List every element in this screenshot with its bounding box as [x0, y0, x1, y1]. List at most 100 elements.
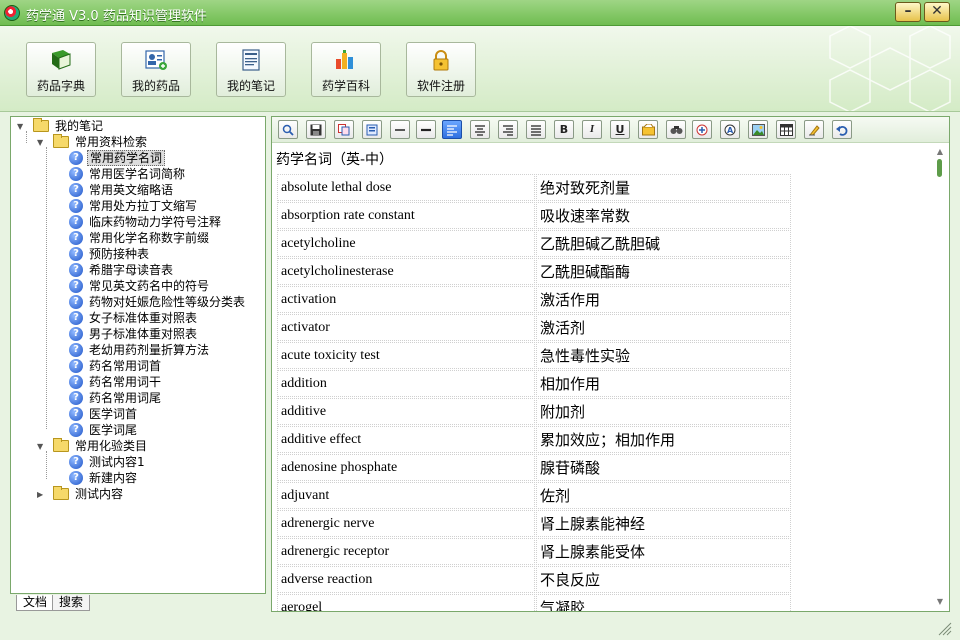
table-row: additive 附加剂	[277, 398, 791, 425]
english-term-cell[interactable]: activation	[277, 286, 535, 313]
tree-label: 老幼用药剂量折算方法	[89, 343, 210, 357]
align-center-icon[interactable]	[470, 120, 490, 139]
zoom-icon[interactable]	[278, 120, 298, 139]
insert-note-icon[interactable]	[638, 120, 658, 139]
clear-format-icon[interactable]	[804, 120, 824, 139]
english-term-cell[interactable]: addition	[277, 370, 535, 397]
id-card-icon	[145, 50, 167, 70]
tree-label: 药名常用词首	[89, 359, 162, 373]
scroll-thumb[interactable]	[937, 159, 942, 177]
underline-button[interactable]: U	[610, 120, 630, 139]
chinese-term-cell[interactable]: 肾上腺素能受体	[536, 538, 791, 565]
english-term-cell[interactable]: adenosine phosphate	[277, 454, 535, 481]
chinese-term-cell[interactable]: 肾上腺素能神经	[536, 510, 791, 537]
chinese-term-cell[interactable]: 吸收速率常数	[536, 202, 791, 229]
english-term-cell[interactable]: adjuvant	[277, 482, 535, 509]
chinese-term-cell[interactable]: 相加作用	[536, 370, 791, 397]
status-bar	[0, 614, 960, 640]
english-term-cell[interactable]: acetylcholine	[277, 230, 535, 257]
lock-icon	[433, 50, 449, 71]
spellcheck-icon[interactable]: A	[720, 120, 740, 139]
chinese-term-cell[interactable]: 乙酰胆碱酯酶	[536, 258, 791, 285]
horizontal-rule-icon[interactable]	[390, 120, 410, 139]
help-document-icon: ?	[69, 343, 83, 357]
align-right-icon[interactable]	[498, 120, 518, 139]
tree-label: 男子标准体重对照表	[89, 327, 198, 341]
table-row: aerogel 气凝胶	[277, 594, 791, 611]
vertical-scrollbar[interactable]: ▲ ▼	[933, 145, 947, 611]
insert-table-icon[interactable]	[776, 120, 796, 139]
tree-label: 医学词尾	[89, 423, 138, 437]
software-register-button[interactable]: 软件注册	[406, 42, 476, 97]
english-term-cell[interactable]: acetylcholinesterase	[277, 258, 535, 285]
close-button[interactable]: ✕	[924, 2, 950, 22]
collapse-toggle-icon[interactable]: ▼	[37, 138, 46, 147]
chinese-term-cell[interactable]: 乙酰胆碱乙酰胆碱	[536, 230, 791, 257]
book-icon	[52, 50, 71, 70]
window-title: 药学通 V3.0 药品知识管理软件	[26, 9, 207, 24]
drug-dictionary-button[interactable]: 药品字典	[26, 42, 96, 97]
help-document-icon: ?	[69, 391, 83, 405]
chinese-term-cell[interactable]: 佐剂	[536, 482, 791, 509]
tab-search[interactable]: 搜索	[52, 595, 91, 611]
tree-label: 我的笔记	[55, 119, 104, 133]
english-term-cell[interactable]: aerogel	[277, 594, 535, 611]
help-document-icon: ?	[69, 407, 83, 421]
chinese-term-cell[interactable]: 激活剂	[536, 314, 791, 341]
english-term-cell[interactable]: adrenergic receptor	[277, 538, 535, 565]
english-term-cell[interactable]: absorption rate constant	[277, 202, 535, 229]
insert-image-icon[interactable]	[748, 120, 768, 139]
pharmacy-encyclopedia-button[interactable]: 药学百科	[311, 42, 381, 97]
tree-label: 测试内容	[75, 487, 124, 501]
english-term-cell[interactable]: activator	[277, 314, 535, 341]
paste-icon[interactable]	[362, 120, 382, 139]
folder-icon	[33, 118, 49, 132]
chinese-term-cell[interactable]: 气凝胶	[536, 594, 791, 611]
help-document-icon: ?	[69, 231, 83, 245]
english-term-cell[interactable]: adverse reaction	[277, 566, 535, 593]
tab-documents[interactable]: 文档	[16, 595, 55, 611]
justify-icon[interactable]	[526, 120, 546, 139]
chinese-term-cell[interactable]: 累加效应；相加作用	[536, 426, 791, 453]
chinese-term-cell[interactable]: 激活作用	[536, 286, 791, 313]
chinese-term-cell[interactable]: 绝对致死剂量	[536, 174, 791, 201]
tree-label: 常用化验类目	[75, 439, 148, 453]
english-term-cell[interactable]: additive	[277, 398, 535, 425]
line-icon[interactable]	[416, 120, 436, 139]
find-icon[interactable]	[666, 120, 686, 139]
replace-icon[interactable]	[692, 120, 712, 139]
table-row: adenosine phosphate 腺苷磷酸	[277, 454, 791, 481]
expand-toggle-icon[interactable]: ▶	[37, 490, 46, 499]
folder-icon	[53, 134, 69, 148]
help-document-icon: ?	[69, 279, 83, 293]
chinese-term-cell[interactable]: 腺苷磷酸	[536, 454, 791, 481]
help-document-icon: ?	[69, 375, 83, 389]
align-left-icon[interactable]	[442, 120, 462, 139]
my-notes-button[interactable]: 我的笔记	[216, 42, 286, 97]
english-term-cell[interactable]: absolute lethal dose	[277, 174, 535, 201]
save-icon[interactable]	[306, 120, 326, 139]
my-drugs-button[interactable]: 我的药品	[121, 42, 191, 97]
english-term-cell[interactable]: additive effect	[277, 426, 535, 453]
italic-button[interactable]: I	[582, 120, 602, 139]
chinese-term-cell[interactable]: 急性毒性实验	[536, 342, 791, 369]
scroll-down-icon[interactable]: ▼	[935, 597, 945, 607]
help-document-icon: ?	[69, 151, 83, 165]
table-row: activation 激活作用	[277, 286, 791, 313]
chinese-term-cell[interactable]: 不良反应	[536, 566, 791, 593]
table-row: adrenergic receptor 肾上腺素能受体	[277, 538, 791, 565]
folder-icon	[53, 438, 69, 452]
chinese-term-cell[interactable]: 附加剂	[536, 398, 791, 425]
collapse-toggle-icon[interactable]: ▼	[37, 442, 46, 451]
collapse-toggle-icon[interactable]: ▼	[17, 122, 26, 131]
minimize-button[interactable]: –	[895, 2, 921, 22]
table-row: adrenergic nerve 肾上腺素能神经	[277, 510, 791, 537]
english-term-cell[interactable]: adrenergic nerve	[277, 510, 535, 537]
bold-button[interactable]: B	[554, 120, 574, 139]
scroll-up-icon[interactable]: ▲	[935, 147, 945, 157]
resize-grip-icon[interactable]	[934, 618, 952, 636]
english-term-cell[interactable]: acute toxicity test	[277, 342, 535, 369]
copy-icon[interactable]	[334, 120, 354, 139]
editor-toolbar: B I U A	[272, 117, 949, 143]
undo-icon[interactable]	[832, 120, 852, 139]
